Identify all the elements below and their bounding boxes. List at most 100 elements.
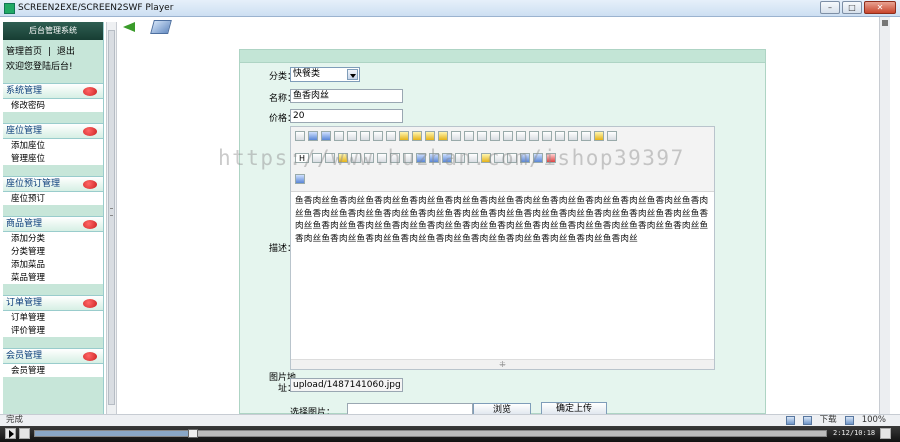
play-button[interactable] (5, 428, 16, 439)
form-header (240, 50, 765, 63)
group-icon (83, 299, 97, 308)
indent-icon[interactable] (529, 131, 539, 141)
welcome-text: 欢迎您登陆后台! (6, 62, 73, 72)
sidebar-group-title[interactable]: 会员管理 (3, 348, 103, 364)
browser-statusbar: 完成 下载 100% (0, 414, 900, 426)
editor-resize-handle[interactable]: ⁜ (291, 359, 714, 369)
edit-icon[interactable] (150, 20, 172, 34)
copy-icon[interactable] (399, 131, 409, 141)
group-icon (83, 220, 97, 229)
security-icon (785, 416, 795, 425)
scrollbar-thumb[interactable] (108, 30, 115, 405)
download-label[interactable]: 下载 (820, 415, 837, 426)
dish-edit-form: 分类： 快餐类 名称： 鱼香肉丝 价格： 20 描述： H 鱼香肉丝鱼香肉丝鱼香… (239, 49, 766, 418)
print-icon[interactable] (347, 131, 357, 141)
settings-icon[interactable] (880, 428, 891, 439)
sidebar-group-members: 会员管理 会员管理 (3, 348, 103, 377)
maximize-button[interactable]: □ (842, 1, 862, 14)
sidebar-group-title[interactable]: 系统管理 (3, 83, 103, 99)
app-icon (4, 2, 15, 14)
scroll-up-icon[interactable] (882, 20, 888, 26)
sidebar-header: 后台管理系统 (3, 22, 103, 40)
group-icon (83, 87, 97, 96)
sidebar-item-add-category[interactable]: 添加分类 (3, 232, 103, 245)
sidebar-item-change-password[interactable]: 修改密码 (3, 99, 103, 112)
unordered-list-icon[interactable] (516, 131, 526, 141)
status-text: 完成 (6, 415, 24, 425)
sidebar-group-system: 系统管理 修改密码 (3, 83, 103, 112)
progress-fill (35, 431, 193, 436)
minimize-button[interactable]: – (820, 1, 840, 14)
back-arrow-icon[interactable] (123, 22, 135, 32)
sidebar-group-title[interactable]: 座位管理 (3, 123, 103, 139)
template-icon[interactable] (360, 131, 370, 141)
grip-icon (110, 208, 113, 216)
window-controls: – □ ✕ (820, 1, 896, 14)
redo-icon[interactable] (321, 131, 331, 141)
sidebar: 后台管理系统 管理首页 | 退出 欢迎您登陆后台! 系统管理 修改密码 座位管理… (3, 22, 104, 414)
chevron-down-icon[interactable] (347, 69, 358, 80)
align-center-icon[interactable] (464, 131, 474, 141)
zoom-icon (844, 416, 854, 425)
name-input[interactable]: 鱼香肉丝 (290, 89, 403, 103)
sidebar-item-review-manage[interactable]: 评价管理 (3, 324, 103, 337)
sidebar-item-add-seat[interactable]: 添加座位 (3, 139, 103, 152)
sidebar-item-reserve-seat[interactable]: 座位预订 (3, 192, 103, 205)
window-titlebar: SCREEN2EXE/SCREEN2SWF Player – □ ✕ (0, 0, 900, 17)
sidebar-item-dish-manage[interactable]: 菜品管理 (3, 271, 103, 284)
group-title-label: 座位预订管理 (6, 179, 61, 189)
sidebar-item-manage-seats[interactable]: 管理座位 (3, 152, 103, 165)
sidebar-top-links: 管理首页 | 退出 (3, 40, 103, 57)
group-icon (83, 127, 97, 136)
logout-link[interactable]: 退出 (57, 47, 75, 57)
group-title-label: 会员管理 (6, 351, 43, 361)
superscript-icon[interactable] (568, 131, 578, 141)
undo-icon[interactable] (308, 131, 318, 141)
progress-knob[interactable] (188, 429, 198, 438)
fullscreen-icon[interactable] (607, 131, 617, 141)
ordered-list-icon[interactable] (503, 131, 513, 141)
paste-icon[interactable] (412, 131, 422, 141)
playback-progress[interactable] (34, 429, 827, 438)
sidebar-group-title[interactable]: 座位预订管理 (3, 176, 103, 192)
description-content[interactable]: 鱼香肉丝鱼香肉丝鱼香肉丝鱼香肉丝鱼香肉丝鱼香肉丝鱼香肉丝鱼香肉丝鱼香肉丝鱼香肉丝… (291, 192, 714, 357)
watermark-text: https://www.huzhan.com/ishop39397 (218, 146, 685, 170)
group-title-label: 系统管理 (6, 86, 43, 96)
paste-word-icon[interactable] (438, 131, 448, 141)
preview-icon[interactable] (334, 131, 344, 141)
select-all-icon[interactable] (594, 131, 604, 141)
category-select[interactable]: 快餐类 (290, 67, 360, 82)
zoom-level[interactable]: 100% (862, 415, 886, 426)
outdent-icon[interactable] (542, 131, 552, 141)
image-path-input[interactable]: upload/1487141060.jpg (290, 378, 403, 392)
help-icon[interactable] (295, 174, 305, 184)
sidebar-group-title[interactable]: 订单管理 (3, 295, 103, 311)
code-icon[interactable] (373, 131, 383, 141)
sidebar-item-category-manage[interactable]: 分类管理 (3, 245, 103, 258)
sidebar-group-title[interactable]: 商品管理 (3, 216, 103, 232)
home-link[interactable]: 管理首页 (6, 47, 42, 57)
sidebar-item-member-manage[interactable]: 会员管理 (3, 364, 103, 377)
cut-icon[interactable] (386, 131, 396, 141)
volume-icon[interactable] (19, 428, 30, 439)
align-left-icon[interactable] (451, 131, 461, 141)
group-title-label: 座位管理 (6, 126, 43, 136)
subscript-icon[interactable] (555, 131, 565, 141)
price-input[interactable]: 20 (290, 109, 403, 123)
sidebar-group-products: 商品管理 添加分类 分类管理 添加菜品 菜品管理 (3, 216, 103, 284)
playback-time: 2:12/10:18 (833, 429, 876, 437)
group-title-label: 订单管理 (6, 298, 43, 308)
link-separator: | (47, 47, 51, 57)
editor-toolbar-row-1 (295, 131, 617, 141)
clear-format-icon[interactable] (581, 131, 591, 141)
sidebar-item-add-dish[interactable]: 添加菜品 (3, 258, 103, 271)
align-justify-icon[interactable] (490, 131, 500, 141)
paste-text-icon[interactable] (425, 131, 435, 141)
source-icon[interactable] (295, 131, 305, 141)
sidebar-scrollbar[interactable] (106, 22, 117, 414)
align-right-icon[interactable] (477, 131, 487, 141)
group-title-label: 商品管理 (6, 219, 43, 229)
close-button[interactable]: ✕ (864, 1, 896, 14)
sidebar-item-order-manage[interactable]: 订单管理 (3, 311, 103, 324)
content-scrollbar[interactable] (879, 17, 890, 414)
